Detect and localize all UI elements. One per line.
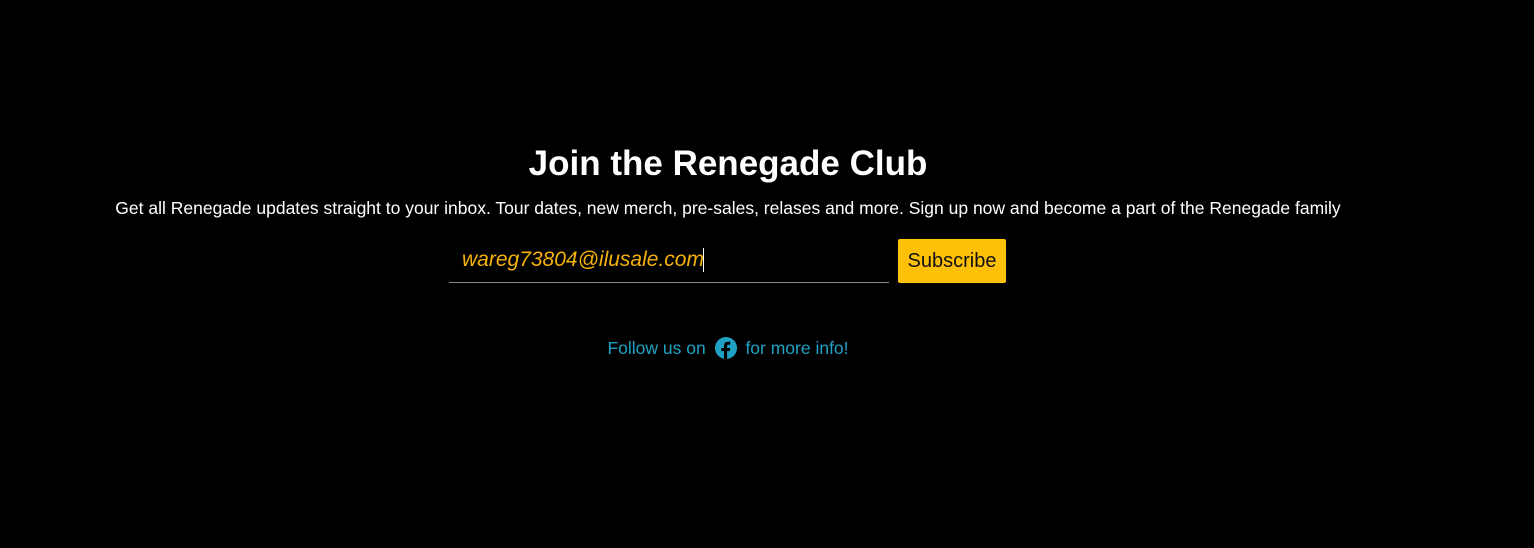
newsletter-section: Join the Renegade Club Get all Renegade … (0, 0, 1534, 548)
email-field[interactable] (449, 238, 889, 283)
follow-suffix-link[interactable]: for more info! (745, 338, 848, 358)
follow-us-line: Follow us on for more info! (0, 336, 1456, 360)
facebook-icon[interactable] (714, 337, 737, 359)
follow-prefix: Follow us on (607, 338, 706, 358)
subscribe-form: Subscribe (449, 238, 1009, 284)
subscribe-button[interactable]: Subscribe (898, 239, 1006, 283)
page-title: Join the Renegade Club (528, 144, 928, 183)
signup-description: Get all Renegade updates straight to you… (115, 198, 1341, 218)
text-caret (703, 248, 704, 272)
